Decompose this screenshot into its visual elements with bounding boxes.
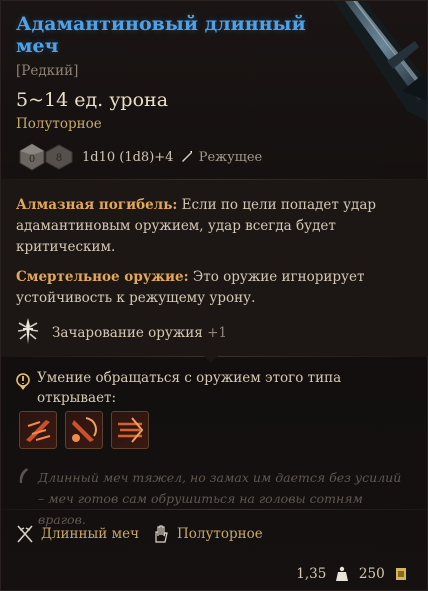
property-adamantine: Алмазная погибель: Если по цели попадет …	[16, 195, 416, 258]
property-deadly: Смертельное оружие: Это оружие игнорируе…	[16, 267, 416, 309]
enchantment-row: Зачарование оружия +1	[16, 317, 316, 347]
divider	[1, 179, 428, 180]
item-name: Адамантиновый длинный меч	[16, 13, 306, 57]
gold-coin-icon	[396, 567, 406, 580]
weight-value: 1,35	[296, 565, 327, 582]
item-tooltip: Адамантиновый длинный меч [Редкий] 5~14 …	[0, 0, 428, 591]
damage-range: 5~14 ед. урона	[16, 89, 169, 111]
versatile-hand-icon	[155, 525, 168, 543]
enchantment-icon	[17, 318, 39, 344]
die-b-value: 8	[56, 153, 62, 164]
quill-icon	[19, 468, 28, 483]
action-pommel-strike[interactable]	[65, 411, 103, 449]
die-a-value: 0	[29, 154, 35, 165]
damage-dice: 0 8	[18, 143, 74, 171]
pommel-strike-action-icon	[72, 417, 97, 442]
flourish-action-icon	[118, 417, 144, 443]
enchantment-label: Зачарование оружия	[52, 325, 203, 341]
action-flourish[interactable]	[111, 411, 149, 449]
longsword-icon	[17, 525, 33, 543]
damage-formula-row: 1d10 (1d8)+4 Режущее	[82, 150, 262, 165]
enchantment-value: +1	[207, 325, 227, 341]
tag-longsword: Длинный меч	[41, 526, 139, 542]
proficiency-text: Умение обращаться с оружием этого типа о…	[37, 370, 342, 406]
flavor-text: Длинный меч тяжел, но замах им дается бе…	[38, 470, 402, 527]
property-name: Смертельное оружие:	[16, 269, 189, 285]
slashing-icon	[181, 151, 192, 162]
handedness-label: Полуторное	[16, 116, 102, 132]
item-footer: 1,35 250	[296, 565, 407, 582]
lacerate-action-icon	[26, 420, 51, 442]
weight-icon	[335, 566, 348, 581]
damage-formula: 1d10 (1d8)+4	[82, 150, 174, 165]
proficiency-icon	[16, 373, 30, 390]
weapon-tags: Длинный меч Полуторное	[16, 522, 416, 546]
action-lacerate[interactable]	[19, 411, 57, 449]
item-rarity: [Редкий]	[16, 63, 79, 79]
divider	[1, 509, 428, 510]
tag-versatile: Полуторное	[177, 526, 263, 542]
damage-type: Режущее	[198, 150, 263, 165]
price-value: 250	[358, 565, 385, 582]
property-name: Алмазная погибель:	[16, 197, 178, 213]
